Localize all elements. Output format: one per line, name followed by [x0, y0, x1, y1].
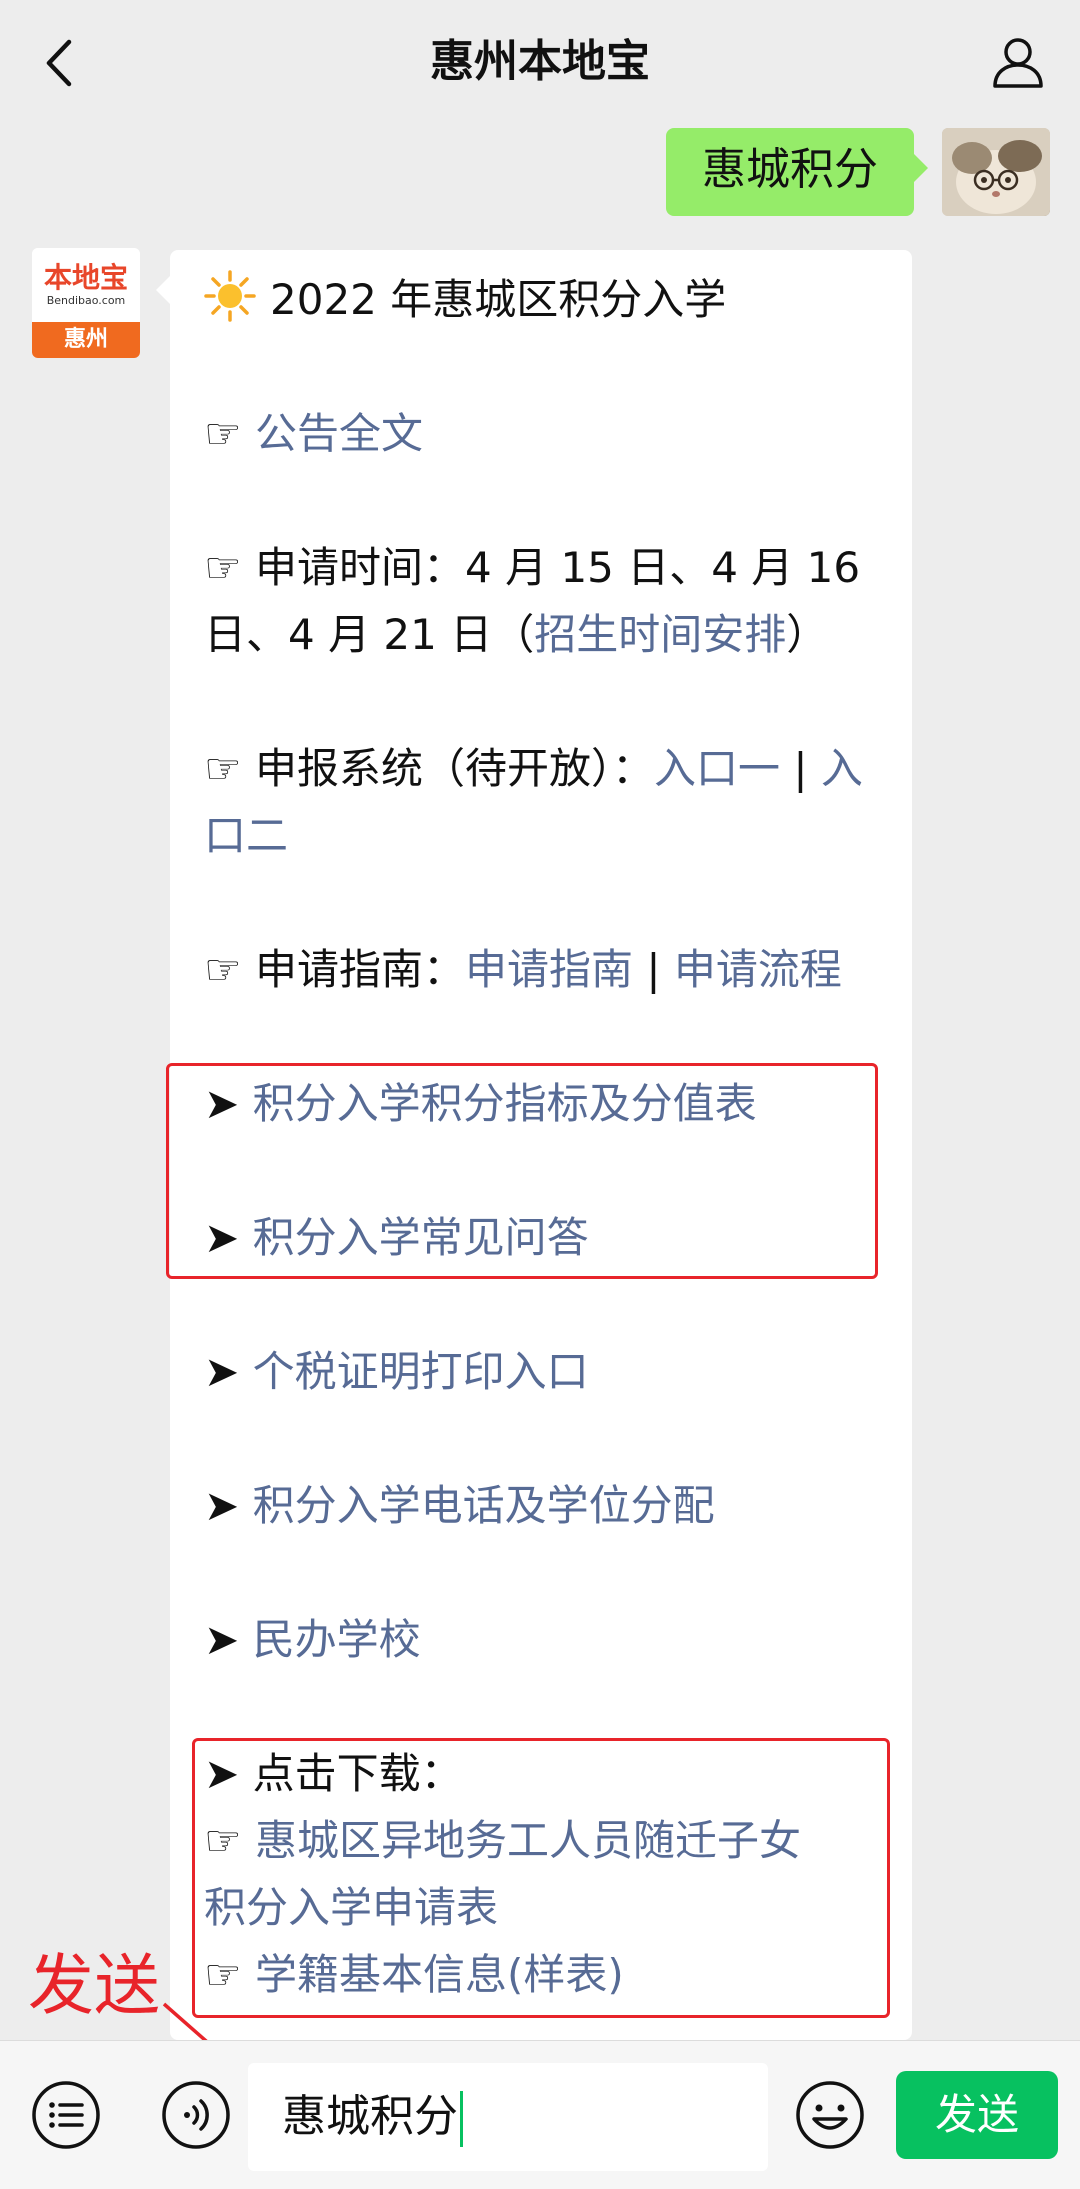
process-link[interactable]: 申请流程: [674, 945, 842, 994]
user-avatar[interactable]: [942, 128, 1050, 216]
arrow-icon: ➤: [204, 1615, 240, 1664]
highlight-box: [166, 1063, 878, 1279]
message-input-text: 惠城积分: [282, 2063, 463, 2171]
sent-message-text: 惠城积分: [702, 144, 878, 195]
profile-button[interactable]: [986, 30, 1050, 94]
logo-text: 本地宝: [43, 261, 128, 294]
system-text: 申报系统（待开放）：: [255, 744, 655, 793]
guide-text: 申请指南：: [255, 945, 466, 994]
emoji-button[interactable]: [792, 2077, 868, 2153]
annotation-note: 发送: [28, 1947, 160, 2024]
arrow-icon: ➤: [204, 1347, 240, 1396]
pointing-hand-icon: ☞: [204, 543, 242, 592]
item-link-phone[interactable]: 积分入学电话及学位分配: [253, 1481, 715, 1530]
cat-avatar-image: [942, 128, 1050, 216]
apply-time-close: ）: [786, 610, 829, 659]
arrow-icon: ➤: [204, 1481, 240, 1530]
emoji-icon: [796, 2081, 864, 2149]
entry-one-link[interactable]: 入口一: [654, 744, 780, 793]
schedule-link[interactable]: 招生时间安排: [534, 610, 786, 659]
message-input-value: 惠城积分: [282, 2091, 458, 2142]
headline-text: 2022 年惠城区积分入学: [270, 275, 727, 324]
highlight-box: [192, 1738, 890, 2018]
logo: 本地宝 Bendibao.com: [32, 248, 140, 322]
text-caret: [460, 2091, 463, 2147]
guide-row: ☞ 申请指南：申请指南 | 申请流程: [204, 936, 894, 1003]
list-item: ➤ 个税证明打印入口: [204, 1338, 894, 1405]
system-row-2: 口二: [204, 802, 894, 869]
logo-domain: Bendibao.com: [46, 294, 126, 307]
list-item: ➤ 积分入学电话及学位分配: [204, 1472, 894, 1539]
headline: 2022 年惠城区积分入学: [204, 266, 894, 333]
apply-time-text-2: 日、4 月 21 日（: [204, 610, 535, 659]
entry-two-link-part2[interactable]: 口二: [204, 811, 288, 860]
notice-row: ☞ 公告全文: [204, 400, 894, 467]
list-menu-icon: [32, 2081, 100, 2149]
send-button[interactable]: 发送: [896, 2071, 1058, 2159]
official-account-avatar[interactable]: 本地宝 Bendibao.com 惠州: [32, 248, 140, 358]
sent-message-bubble[interactable]: 惠城积分: [666, 128, 928, 216]
separator: |: [633, 945, 674, 994]
apply-time-text: 申请时间：4 月 15 日、4 月 16: [255, 543, 861, 592]
top-bar: 惠州本地宝: [0, 0, 1080, 128]
message-input[interactable]: 惠城积分: [248, 2063, 768, 2171]
sent-message-row: 惠城积分: [666, 128, 1050, 216]
item-link-tax[interactable]: 个税证明打印入口: [253, 1347, 589, 1396]
page-title: 惠州本地宝: [430, 36, 650, 87]
sun-icon: [204, 270, 256, 322]
bottom-bar: 惠城积分 发送: [0, 2040, 1080, 2189]
voice-button[interactable]: [158, 2077, 234, 2153]
apply-time-row-2: 日、4 月 21 日（招生时间安排）: [204, 601, 894, 668]
voice-icon: [162, 2081, 230, 2149]
user-icon: [993, 38, 1043, 88]
list-item: ➤ 民办学校: [204, 1606, 894, 1673]
pointing-hand-icon: ☞: [204, 744, 242, 793]
pointing-hand-icon: ☞: [204, 945, 242, 994]
separator: |: [780, 744, 821, 793]
pointing-hand-icon: ☞: [204, 409, 242, 458]
logo-city: 惠州: [32, 322, 140, 358]
entry-two-link-part1[interactable]: 入: [821, 744, 863, 793]
apply-time-row: ☞ 申请时间：4 月 15 日、4 月 16: [204, 534, 894, 601]
notice-link[interactable]: 公告全文: [255, 409, 423, 458]
system-row: ☞ 申报系统（待开放）：入口一 | 入: [204, 735, 894, 802]
item-link-private-schools[interactable]: 民办学校: [253, 1615, 421, 1664]
guide-link[interactable]: 申请指南: [465, 945, 633, 994]
menu-button[interactable]: [28, 2077, 104, 2153]
